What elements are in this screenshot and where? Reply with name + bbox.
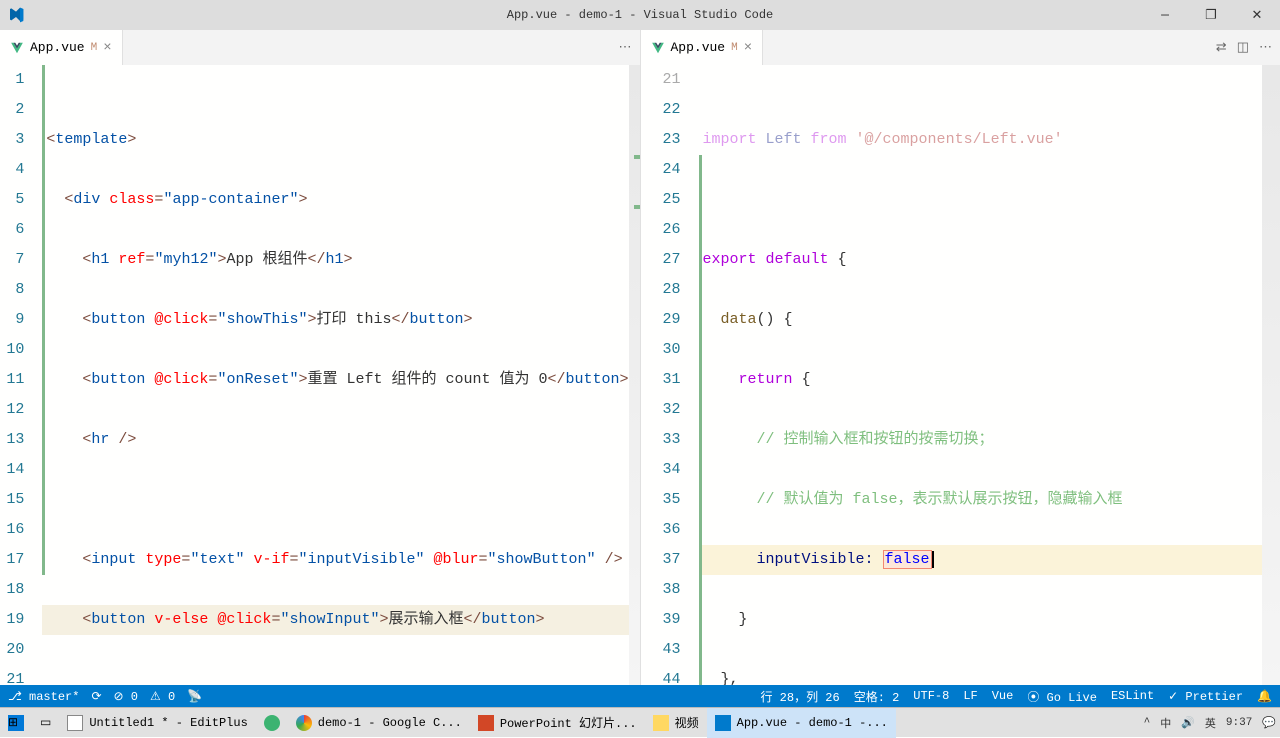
- prettier-status[interactable]: ✓ Prettier: [1168, 689, 1243, 704]
- taskbar-chrome[interactable]: demo-1 - Google C...: [288, 708, 470, 738]
- compare-icon[interactable]: ⇄: [1216, 40, 1227, 55]
- cursor-position[interactable]: 行 28，列 26: [760, 688, 839, 705]
- taskbar-app[interactable]: [256, 708, 288, 738]
- git-sync[interactable]: ⟳: [91, 689, 101, 704]
- editor-left[interactable]: 123456789101112131415161718192021 <templ…: [0, 65, 641, 685]
- errors-count[interactable]: ⊘ 0: [114, 689, 138, 704]
- close-button[interactable]: ✕: [1234, 0, 1280, 30]
- start-button[interactable]: ⊞: [0, 708, 32, 738]
- warnings-count[interactable]: ⚠ 0: [150, 689, 175, 704]
- taskbar-vscode[interactable]: App.vue - demo-1 -...: [707, 708, 896, 738]
- radio-icon[interactable]: 📡: [187, 689, 202, 704]
- statusbar: ⎇ master* ⟳ ⊘ 0 ⚠ 0 📡 行 28，列 26 空格: 2 UT…: [0, 685, 1280, 707]
- tab-modified: M: [91, 42, 98, 54]
- taskbar-editplus[interactable]: Untitled1 * - EditPlus: [59, 708, 255, 738]
- eol[interactable]: LF: [963, 689, 977, 703]
- tab-app-vue-right[interactable]: App.vue M ×: [641, 30, 764, 65]
- vue-icon: [10, 41, 24, 55]
- taskview-button[interactable]: ▭: [32, 708, 59, 738]
- more-icon[interactable]: ⋯: [619, 40, 632, 55]
- ime-mode[interactable]: 英: [1205, 715, 1216, 731]
- tray-up-icon[interactable]: ^: [1144, 717, 1151, 729]
- taskbar-video[interactable]: 视频: [645, 708, 707, 738]
- tab-modified: M: [731, 42, 738, 54]
- indentation[interactable]: 空格: 2: [854, 688, 900, 705]
- tab-app-vue-left[interactable]: App.vue M ×: [0, 30, 123, 65]
- notifications-icon[interactable]: 🔔: [1257, 689, 1272, 704]
- code-left[interactable]: <template> <div class="app-container"> <…: [42, 65, 628, 685]
- tray-clock[interactable]: 9:37: [1226, 717, 1252, 729]
- tray-notifications-icon[interactable]: 💬: [1262, 716, 1276, 730]
- maximize-button[interactable]: ❐: [1188, 0, 1234, 30]
- vscode-logo-icon: [8, 7, 24, 23]
- minimap-right[interactable]: [1262, 65, 1280, 685]
- more-icon[interactable]: ⋯: [1259, 40, 1272, 55]
- ime-indicator[interactable]: 中: [1160, 715, 1171, 731]
- gutter-right: 2122232425262728293031323334353637383943…: [641, 65, 699, 685]
- code-right[interactable]: import Left from '@/components/Left.vue'…: [699, 65, 1263, 685]
- close-icon[interactable]: ×: [744, 40, 752, 56]
- minimize-button[interactable]: ─: [1142, 0, 1188, 30]
- tab-label: App.vue: [671, 40, 726, 55]
- window-title: App.vue - demo-1 - Visual Studio Code: [507, 8, 773, 22]
- gutter-left: 123456789101112131415161718192021: [0, 65, 42, 685]
- go-live[interactable]: ⦿ Go Live: [1027, 688, 1097, 705]
- taskbar: ⊞ ▭ Untitled1 * - EditPlus demo-1 - Goog…: [0, 707, 1280, 737]
- tray-volume-icon[interactable]: 🔊: [1181, 716, 1195, 730]
- tabs-row: App.vue M × ⋯ App.vue M × ⇄ ◫ ⋯: [0, 30, 1280, 65]
- editor-split: 123456789101112131415161718192021 <templ…: [0, 65, 1280, 685]
- vue-icon: [651, 41, 665, 55]
- minimap-left[interactable]: [629, 65, 640, 685]
- editor-right[interactable]: 2122232425262728293031323334353637383943…: [641, 65, 1280, 685]
- eslint-status[interactable]: ESLint: [1111, 689, 1154, 703]
- tab-label: App.vue: [30, 40, 85, 55]
- close-icon[interactable]: ×: [103, 40, 111, 56]
- taskbar-powerpoint[interactable]: PowerPoint 幻灯片...: [470, 708, 645, 738]
- git-branch[interactable]: ⎇ master*: [8, 689, 79, 704]
- split-icon[interactable]: ◫: [1237, 40, 1249, 55]
- encoding[interactable]: UTF-8: [913, 689, 949, 703]
- language-mode[interactable]: Vue: [992, 689, 1014, 703]
- titlebar: App.vue - demo-1 - Visual Studio Code ─ …: [0, 0, 1280, 30]
